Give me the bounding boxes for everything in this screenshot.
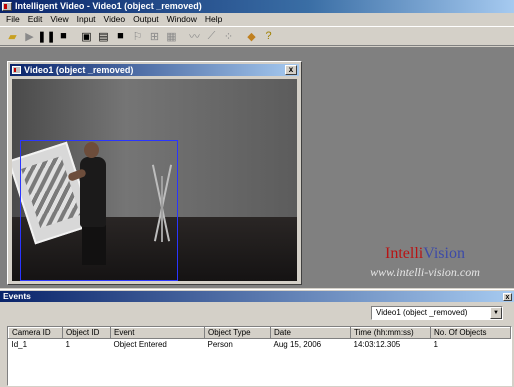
app-icon — [2, 2, 12, 11]
cell-time: 14:03:12.305 — [353, 340, 401, 349]
help-icon[interactable]: ? — [260, 28, 277, 44]
draw-points-icon[interactable]: ⁘ — [220, 28, 237, 44]
events-title: Events — [3, 291, 31, 301]
menu-video[interactable]: Video — [100, 13, 130, 26]
play-icon[interactable]: ▶ — [21, 28, 38, 44]
menu-bar: File Edit View Input Video Output Window… — [0, 13, 514, 26]
menu-output[interactable]: Output — [129, 13, 163, 26]
open-folder-icon[interactable]: ▰ — [4, 28, 21, 44]
column-object-type[interactable]: Object Type — [204, 327, 271, 339]
cell-number-of-objects: 1 — [433, 340, 438, 349]
brand-url: www.intelli-vision.com — [370, 265, 480, 279]
cell-object-id: 1 — [65, 340, 70, 349]
cell-object-type: Person — [207, 340, 233, 349]
brand-watermark: IntelliVision www.intelli-vision.com — [340, 245, 510, 280]
column-camera-id[interactable]: Camera ID — [8, 327, 63, 339]
flag-icon[interactable]: ⚐ — [129, 28, 146, 44]
menu-input[interactable]: Input — [73, 13, 100, 26]
video-frame — [12, 79, 297, 281]
video-window-title: Video1 (object _removed) — [24, 65, 134, 75]
events-close-button[interactable]: x — [503, 293, 512, 301]
column-time[interactable]: Time (hh:mm:ss) — [350, 327, 431, 339]
black-frame-icon[interactable]: ■ — [112, 28, 129, 44]
video-window-icon — [12, 66, 21, 74]
events-table: Camera ID Object ID Event Object Type Da… — [7, 326, 512, 386]
column-number-of-objects[interactable]: No. Of Objects — [430, 327, 511, 339]
column-date[interactable]: Date — [270, 327, 351, 339]
events-panel: Events x Video1 (object _removed) ▼ Came… — [0, 289, 514, 387]
frame-filled-icon[interactable]: ▤ — [95, 28, 112, 44]
video-source-select[interactable]: Video1 (object _removed) ▼ — [371, 306, 503, 320]
detection-bounding-box — [20, 140, 178, 281]
app-title: Intelligent Video - Video1 (object _remo… — [15, 1, 202, 11]
column-object-id[interactable]: Object ID — [62, 327, 111, 339]
draw-line-icon[interactable]: 〰 — [186, 28, 203, 44]
video-window-title-bar: Video1 (object _removed) x — [10, 64, 299, 76]
cell-camera-id: Id_1 — [11, 340, 28, 349]
table-row[interactable]: Id_1 1 Object Entered Person Aug 15, 200… — [9, 339, 511, 351]
frame-icon[interactable]: ▣ — [78, 28, 95, 44]
settings-icon[interactable]: ⊞ — [146, 28, 163, 44]
cell-date: Aug 15, 2006 — [273, 340, 322, 349]
menu-window[interactable]: Window — [163, 13, 201, 26]
video-source-selected: Video1 (object _removed) — [376, 308, 468, 317]
column-event[interactable]: Event — [110, 327, 205, 339]
chevron-down-icon[interactable]: ▼ — [490, 307, 502, 319]
snapshot-icon[interactable]: ▦ — [163, 28, 180, 44]
video-window-close-button[interactable]: x — [285, 65, 297, 75]
cell-event: Object Entered — [113, 340, 167, 349]
draw-polyline-icon[interactable]: ⟋ — [203, 28, 220, 44]
menu-edit[interactable]: Edit — [24, 13, 47, 26]
menu-help[interactable]: Help — [201, 13, 226, 26]
app-title-bar: Intelligent Video - Video1 (object _remo… — [0, 0, 514, 13]
menu-file[interactable]: File — [2, 13, 24, 26]
pause-icon[interactable]: ❚❚ — [37, 28, 55, 44]
menu-view[interactable]: View — [46, 13, 72, 26]
events-title-bar: Events x — [0, 291, 514, 302]
events-table-header: Camera ID Object ID Event Object Type Da… — [8, 327, 511, 339]
video-window: Video1 (object _removed) x — [7, 61, 302, 285]
tag-icon[interactable]: ◆ — [243, 28, 260, 44]
toolbar: ▰ ▶ ❚❚ ■ ▣ ▤ ■ ⚐ ⊞ ▦ 〰 ⟋ ⁘ ◆ ? — [0, 26, 514, 46]
stop-icon[interactable]: ■ — [55, 28, 72, 44]
mdi-workspace: Video1 (object _removed) x IntelliVision… — [0, 47, 514, 288]
brand-logo: IntelliVision — [385, 245, 465, 262]
